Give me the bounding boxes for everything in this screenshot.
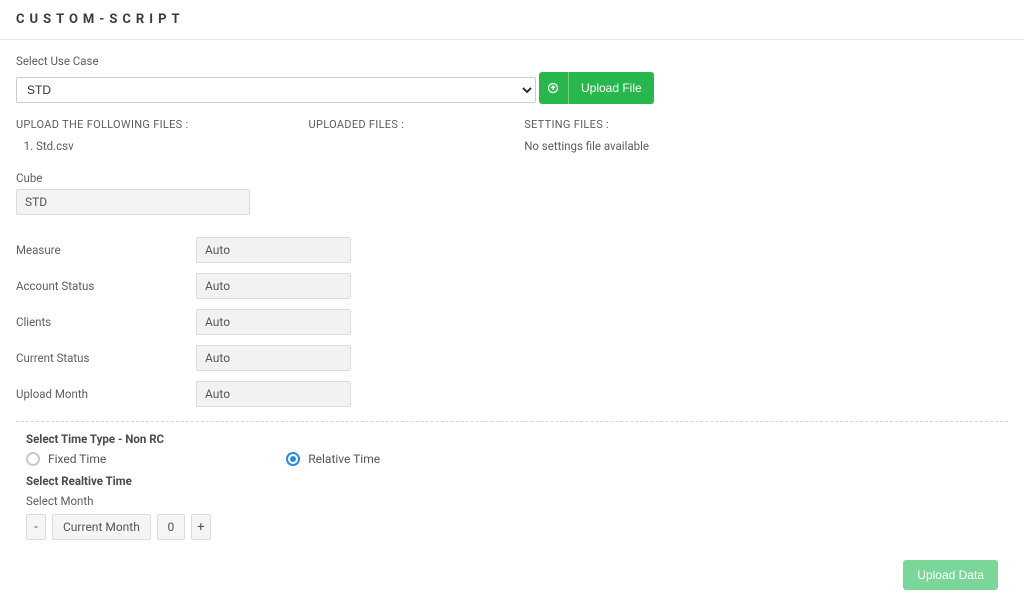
radio-circle-icon [26, 452, 40, 466]
footer: Upload Data [16, 540, 1008, 600]
dim-field-current-status: Auto [196, 345, 351, 371]
upload-icon [539, 72, 569, 104]
time-type-header: Select Time Type - Non RC [26, 432, 998, 446]
dimensions-grid: Measure Auto Account Status Auto Clients… [16, 237, 1008, 407]
radio-circle-selected-icon [286, 452, 300, 466]
dim-field-clients: Auto [196, 309, 351, 335]
dim-label-upload-month: Upload Month [16, 387, 186, 401]
dim-label-account-status: Account Status [16, 279, 186, 293]
required-files-column: UPLOAD THE FOLLOWING FILES : Std.csv [16, 118, 189, 153]
files-columns: UPLOAD THE FOLLOWING FILES : Std.csv UPL… [16, 118, 1008, 153]
upload-data-button[interactable]: Upload Data [903, 560, 998, 590]
dim-label-current-status: Current Status [16, 351, 186, 365]
upload-file-label: Upload File [569, 81, 654, 95]
usecase-label: Select Use Case [16, 54, 1008, 68]
cube-field: STD [16, 189, 250, 215]
radio-fixed-label: Fixed Time [48, 452, 106, 466]
dim-label-clients: Clients [16, 315, 186, 329]
uploaded-files-header: UPLOADED FILES : [309, 118, 405, 131]
dim-field-account-status: Auto [196, 273, 351, 299]
radio-fixed-time[interactable]: Fixed Time [26, 452, 106, 466]
uploaded-files-column: UPLOADED FILES : [309, 118, 405, 153]
settings-files-message: No settings file available [524, 139, 649, 153]
time-type-radio-group: Fixed Time Relative Time [26, 452, 998, 466]
required-files-header: UPLOAD THE FOLLOWING FILES : [16, 118, 189, 131]
section-divider [16, 421, 1008, 422]
radio-relative-time[interactable]: Relative Time [286, 452, 380, 466]
dim-field-measure: Auto [196, 237, 351, 263]
required-files-list: Std.csv [16, 139, 189, 153]
month-stepper: - Current Month 0 + [26, 514, 998, 540]
stepper-minus-button[interactable]: - [26, 514, 46, 540]
radio-relative-label: Relative Time [308, 452, 380, 466]
dim-label-measure: Measure [16, 243, 186, 257]
required-file-item: Std.csv [36, 139, 189, 153]
main-content: Select Use Case STD Upload File UPLOAD T… [0, 40, 1024, 614]
stepper-plus-button[interactable]: + [191, 514, 211, 540]
dim-field-upload-month: Auto [196, 381, 351, 407]
relative-time-header: Select Realtive Time [26, 474, 998, 488]
select-month-label: Select Month [26, 494, 998, 508]
stepper-offset: 0 [157, 514, 185, 540]
page-title: CUSTOM-SCRIPT [0, 0, 1024, 40]
upload-file-button[interactable]: Upload File [539, 72, 654, 104]
settings-files-header: SETTING FILES : [524, 118, 649, 131]
cube-label: Cube [16, 171, 1008, 185]
settings-files-column: SETTING FILES : No settings file availab… [524, 118, 649, 153]
stepper-display: Current Month [52, 514, 151, 540]
cube-block: Cube STD [16, 171, 1008, 215]
usecase-select[interactable]: STD [16, 77, 536, 103]
